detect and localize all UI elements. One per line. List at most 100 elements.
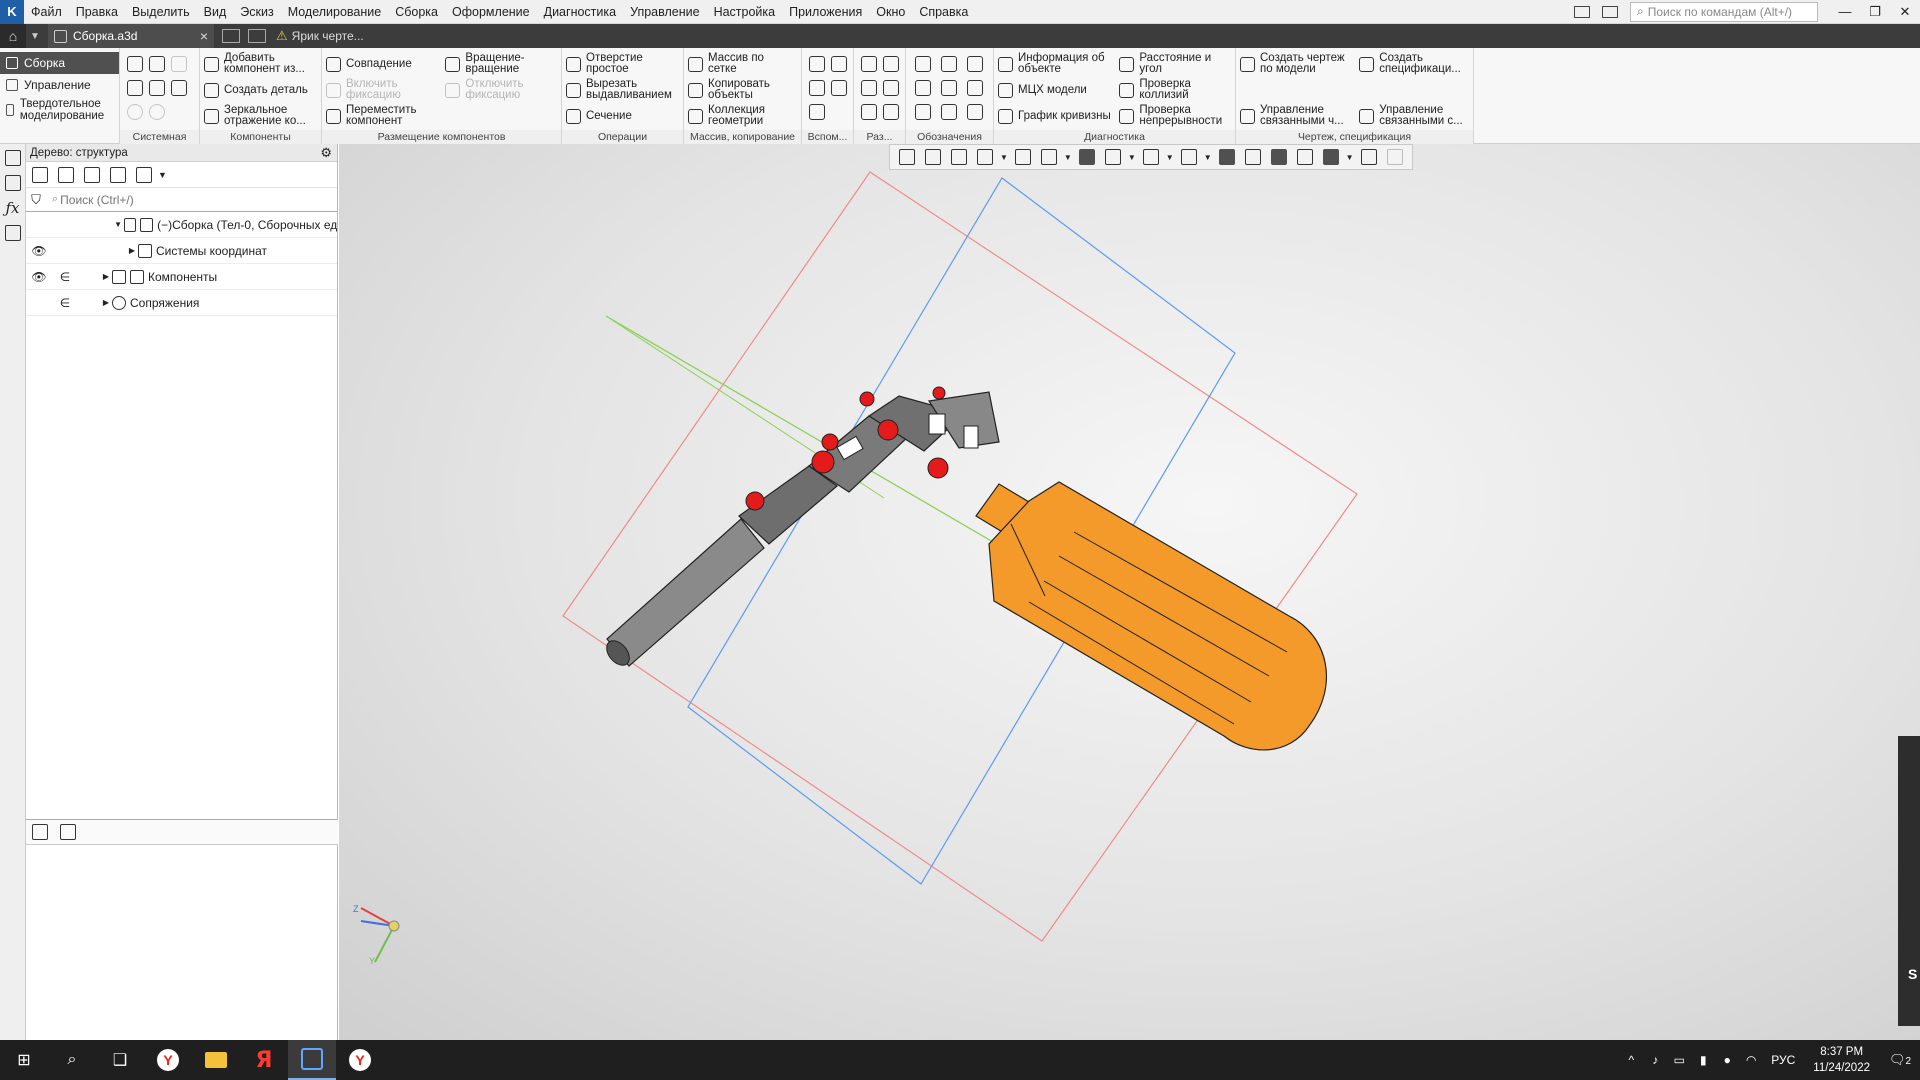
mode-management[interactable]: Управление bbox=[0, 74, 119, 96]
new-file-icon[interactable] bbox=[127, 56, 143, 72]
viewport-3d[interactable]: Z Y ▼ ▼ ▼ ▼ ▼ ▼ S bbox=[339, 144, 1920, 1040]
command-search-input[interactable]: ⌕ Поиск по командам (Alt+/) bbox=[1630, 1, 1818, 22]
tab-close-icon[interactable]: × bbox=[200, 28, 208, 44]
extrude-cut-button[interactable]: Вырезать выдавливанием bbox=[566, 78, 673, 102]
snap-local-icon[interactable] bbox=[925, 149, 941, 165]
print-icon[interactable] bbox=[127, 80, 143, 96]
menu-modeling[interactable]: Моделирование bbox=[281, 0, 389, 24]
chevron-down-icon[interactable]: ▼ bbox=[1064, 153, 1072, 162]
section-view-icon[interactable] bbox=[1180, 149, 1197, 165]
home-button[interactable]: ⌂ bbox=[0, 24, 26, 48]
thread-icon[interactable] bbox=[967, 80, 983, 96]
hide-icon[interactable] bbox=[1142, 149, 1159, 165]
chevron-down-icon[interactable]: ▼ bbox=[158, 170, 167, 180]
filter-icon[interactable]: ⛉ bbox=[26, 192, 46, 208]
tray-chevron-icon[interactable]: ^ bbox=[1623, 1052, 1639, 1068]
dim-auto-icon[interactable] bbox=[861, 104, 877, 120]
coincidence-button[interactable]: Совпадение bbox=[326, 52, 439, 76]
tree-select-icon[interactable] bbox=[110, 166, 126, 183]
menu-edit[interactable]: Правка bbox=[69, 0, 125, 24]
chevron-down-icon[interactable]: ▼ bbox=[1346, 153, 1354, 162]
layers-icon[interactable] bbox=[1296, 149, 1313, 165]
properties-panel-icon[interactable] bbox=[4, 175, 21, 191]
note-icon[interactable] bbox=[941, 104, 957, 120]
expand-icon[interactable]: ▼ bbox=[113, 220, 124, 229]
restore-button[interactable]: ❐ bbox=[1860, 0, 1890, 24]
expand-icon[interactable]: ▶ bbox=[126, 246, 138, 255]
menu-management[interactable]: Управление bbox=[623, 0, 707, 24]
menu-file[interactable]: Файл bbox=[24, 0, 69, 24]
filter-objects-icon[interactable] bbox=[1218, 149, 1235, 165]
tab-drawing-icon[interactable] bbox=[248, 29, 266, 43]
tree-view-icon[interactable] bbox=[1360, 149, 1377, 165]
dim-diameter-icon[interactable] bbox=[883, 80, 899, 96]
menu-sketch[interactable]: Эскиз bbox=[233, 0, 280, 24]
tree-search-input[interactable] bbox=[58, 188, 337, 211]
wireframe-cube-icon[interactable] bbox=[1104, 149, 1121, 165]
chevron-down-icon[interactable]: ▼ bbox=[1204, 153, 1212, 162]
variables-fx-icon[interactable]: ƒx bbox=[5, 200, 21, 216]
section-button[interactable]: Сечение bbox=[566, 104, 673, 128]
yandex-browser-button[interactable]: Y bbox=[144, 1040, 192, 1080]
menu-window[interactable]: Окно bbox=[869, 0, 912, 24]
task-view-button[interactable]: ❑ bbox=[96, 1040, 144, 1080]
tolerance-icon[interactable] bbox=[941, 56, 957, 72]
plane-icon[interactable] bbox=[809, 56, 825, 72]
save-all-icon[interactable] bbox=[171, 80, 187, 96]
yandex-browser-2-button[interactable]: Y bbox=[336, 1040, 384, 1080]
language-indicator[interactable]: РУС bbox=[1771, 1053, 1795, 1067]
screwdriver-shaft[interactable] bbox=[602, 518, 765, 670]
disable-fix-button[interactable]: Отключить фиксацию bbox=[445, 78, 551, 102]
tree-row-components[interactable]: 👁 ∈ ▶ Компоненты bbox=[26, 264, 337, 290]
menu-help[interactable]: Справка bbox=[912, 0, 975, 24]
eye-icon[interactable]: 👁 bbox=[26, 244, 52, 258]
curvature-button[interactable]: График кривизны bbox=[998, 104, 1113, 128]
rotate-button[interactable]: Вращение-вращение bbox=[445, 52, 551, 76]
tree-tab-icon[interactable] bbox=[32, 824, 48, 840]
dim-linear-icon[interactable] bbox=[861, 56, 877, 72]
shaded-cube-icon[interactable] bbox=[1078, 149, 1095, 165]
tab-list-dropdown[interactable]: ▼ bbox=[26, 31, 44, 42]
chevron-down-icon[interactable]: ▼ bbox=[1128, 153, 1136, 162]
create-drawing-button[interactable]: Создать чертеж по модели bbox=[1240, 52, 1353, 76]
kompas-button[interactable] bbox=[288, 1040, 336, 1080]
show-planes-icon[interactable] bbox=[1270, 149, 1287, 165]
frame-icon[interactable] bbox=[1244, 149, 1261, 165]
clock[interactable]: 8:37 PM 11/24/2022 bbox=[1813, 1044, 1870, 1076]
geom-collection-button[interactable]: Коллекция геометрии bbox=[688, 104, 791, 128]
grid-icon[interactable] bbox=[899, 149, 915, 165]
display-icon[interactable]: ▭ bbox=[1671, 1052, 1687, 1068]
menu-view[interactable]: Вид bbox=[197, 0, 234, 24]
mode-assembly[interactable]: Сборка bbox=[0, 52, 119, 74]
scene-svg[interactable]: Z Y bbox=[339, 144, 1920, 1040]
dim-chain-icon[interactable] bbox=[883, 104, 899, 120]
distance-angle-button[interactable]: Расстояние и угол bbox=[1119, 52, 1225, 76]
point-icon[interactable] bbox=[831, 80, 847, 96]
kompas-logo-icon[interactable]: K bbox=[0, 0, 24, 24]
dim-radius-icon[interactable] bbox=[883, 56, 899, 72]
screen-icon[interactable] bbox=[1602, 5, 1618, 18]
universal-joint[interactable] bbox=[738, 391, 1000, 545]
redo-icon[interactable] bbox=[149, 104, 165, 120]
zoom-icon[interactable] bbox=[977, 149, 993, 165]
microphone-icon[interactable]: ● bbox=[1719, 1052, 1735, 1068]
object-info-button[interactable]: Информация об объекте bbox=[998, 52, 1113, 76]
list-tab-icon[interactable] bbox=[60, 824, 76, 840]
sketch-tab[interactable]: ⚠ Ярик черте... bbox=[276, 28, 364, 44]
normal-to-icon[interactable] bbox=[1040, 149, 1057, 165]
tree-row-coordinate-systems[interactable]: 👁 ▶ Системы координат bbox=[26, 238, 337, 264]
layout-icon[interactable] bbox=[1574, 5, 1590, 18]
notification-center-button[interactable]: 🗨2 bbox=[1880, 1052, 1920, 1068]
tree-filter-list-icon[interactable] bbox=[136, 166, 152, 183]
orient-icon[interactable] bbox=[1014, 149, 1031, 165]
collision-button[interactable]: Проверка коллизий bbox=[1119, 78, 1225, 102]
enable-fix-button[interactable]: Включить фиксацию bbox=[326, 78, 439, 102]
expand-icon[interactable]: ▶ bbox=[100, 298, 112, 307]
mirror-button[interactable]: Зеркальное отражение ко... bbox=[204, 104, 311, 128]
mode-solid-modeling[interactable]: Твердотельное моделирование bbox=[0, 96, 119, 124]
base-icon[interactable] bbox=[915, 80, 931, 96]
funnel-icon[interactable] bbox=[1322, 149, 1339, 165]
roughness-icon[interactable] bbox=[967, 56, 983, 72]
pencil-icon[interactable] bbox=[1386, 149, 1403, 165]
screwdriver-handle[interactable] bbox=[975, 481, 1328, 751]
